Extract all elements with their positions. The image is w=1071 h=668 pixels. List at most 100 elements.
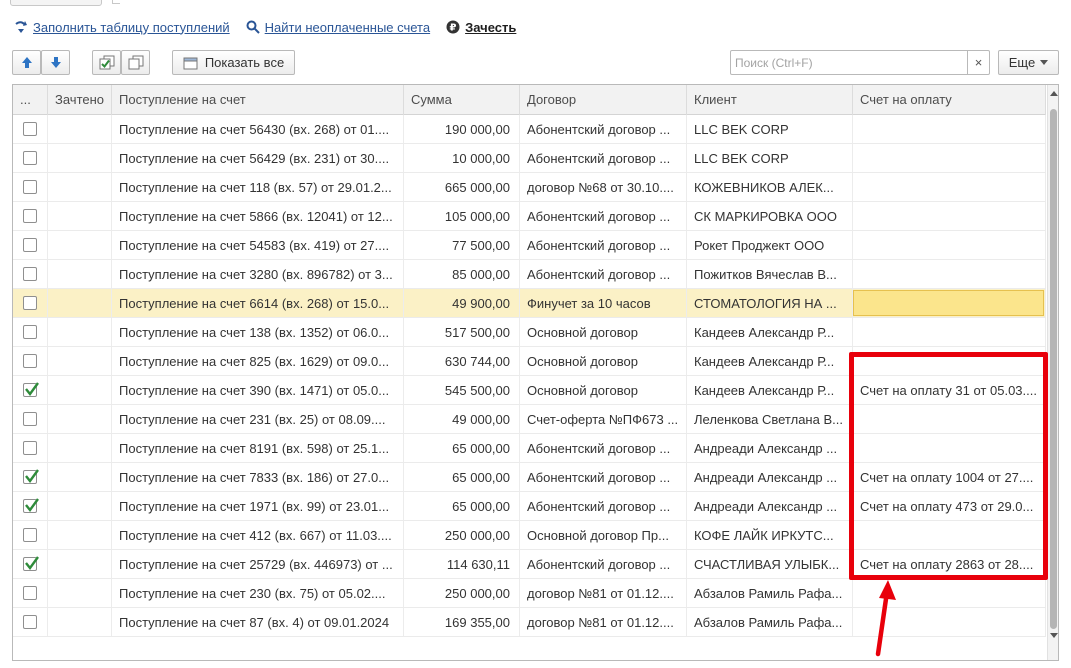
receipt-cell[interactable]: Поступление на счет 6614 (вх. 268) от 15… — [112, 289, 404, 317]
row-checkbox[interactable] — [23, 441, 37, 455]
move-down-button[interactable] — [41, 50, 70, 75]
receipt-column-header[interactable]: Поступление на счет — [112, 85, 404, 115]
table-row[interactable]: Поступление на счет 412 (вх. 667) от 11.… — [13, 521, 1046, 550]
check-all-button[interactable] — [92, 50, 121, 75]
contract-cell[interactable]: Основной договор — [520, 318, 687, 346]
invoice-cell[interactable]: Счет на оплату 2863 от 28.... — [853, 550, 1046, 578]
contract-cell[interactable]: договор №68 от 30.10.... — [520, 173, 687, 201]
find-unpaid-command[interactable]: Найти неоплаченные счета — [246, 20, 430, 35]
row-checkbox[interactable] — [23, 412, 37, 426]
client-cell[interactable]: Леленкова Светлана В... — [687, 405, 853, 433]
row-checkbox[interactable] — [23, 528, 37, 542]
client-cell[interactable]: СЧАСТЛИВАЯ УЛЫБК... — [687, 550, 853, 578]
contract-cell[interactable]: договор №81 от 01.12.... — [520, 579, 687, 607]
contract-cell[interactable]: Финучет за 10 часов — [520, 289, 687, 317]
invoice-cell[interactable]: Счет на оплату 1004 от 27.... — [853, 463, 1046, 491]
sum-cell[interactable]: 49 000,00 — [404, 405, 520, 433]
contract-cell[interactable]: Абонентский договор ... — [520, 202, 687, 230]
sum-cell[interactable]: 169 355,00 — [404, 608, 520, 636]
row-checkbox[interactable] — [23, 238, 37, 252]
client-cell[interactable]: СК МАРКИРОВКА ООО — [687, 202, 853, 230]
row-checkbox[interactable] — [23, 469, 39, 484]
sum-cell[interactable]: 190 000,00 — [404, 115, 520, 143]
receipt-cell[interactable]: Поступление на счет 25729 (вх. 446973) о… — [112, 550, 404, 578]
contract-cell[interactable]: Абонентский договор ... — [520, 260, 687, 288]
table-row[interactable]: Поступление на счет 231 (вх. 25) от 08.0… — [13, 405, 1046, 434]
contract-cell[interactable]: Основной договор — [520, 347, 687, 375]
sum-cell[interactable]: 665 000,00 — [404, 173, 520, 201]
invoice-cell[interactable] — [853, 115, 1046, 143]
invoice-cell[interactable] — [853, 231, 1046, 259]
scroll-up-icon[interactable] — [1050, 91, 1058, 96]
vertical-scrollbar[interactable] — [1047, 85, 1058, 660]
search-input[interactable] — [731, 51, 967, 74]
client-cell[interactable]: Абзалов Рамиль Рафа... — [687, 608, 853, 636]
sum-cell[interactable]: 85 000,00 — [404, 260, 520, 288]
contract-cell[interactable]: Абонентский договор ... — [520, 231, 687, 259]
invoice-cell[interactable] — [853, 347, 1046, 375]
table-row[interactable]: Поступление на счет 56429 (вх. 231) от 3… — [13, 144, 1046, 173]
table-row[interactable]: Поступление на счет 118 (вх. 57) от 29.0… — [13, 173, 1046, 202]
sum-cell[interactable]: 10 000,00 — [404, 144, 520, 172]
contract-cell[interactable]: Абонентский договор ... — [520, 492, 687, 520]
sum-cell[interactable]: 49 900,00 — [404, 289, 520, 317]
contract-cell[interactable]: Абонентский договор ... — [520, 463, 687, 491]
invoice-cell[interactable] — [853, 521, 1046, 549]
sum-cell[interactable]: 65 000,00 — [404, 463, 520, 491]
sum-cell[interactable]: 630 744,00 — [404, 347, 520, 375]
offset-column-header[interactable]: Зачтено — [48, 85, 112, 115]
invoice-cell[interactable] — [853, 579, 1046, 607]
receipt-cell[interactable]: Поступление на счет 825 (вх. 1629) от 09… — [112, 347, 404, 375]
uncheck-all-button[interactable] — [121, 50, 150, 75]
client-cell[interactable]: Абзалов Рамиль Рафа... — [687, 579, 853, 607]
receipt-cell[interactable]: Поступление на счет 7833 (вх. 186) от 27… — [112, 463, 404, 491]
client-cell[interactable]: Рокет Проджект ООО — [687, 231, 853, 259]
receipt-cell[interactable]: Поступление на счет 5866 (вх. 12041) от … — [112, 202, 404, 230]
client-cell[interactable]: Андреади Александр ... — [687, 492, 853, 520]
more-button[interactable]: Еще — [998, 50, 1059, 75]
sum-cell[interactable]: 105 000,00 — [404, 202, 520, 230]
contract-cell[interactable]: Основной договор Пр... — [520, 521, 687, 549]
sum-cell[interactable]: 517 500,00 — [404, 318, 520, 346]
invoice-cell[interactable] — [853, 202, 1046, 230]
table-row[interactable]: Поступление на счет 825 (вх. 1629) от 09… — [13, 347, 1046, 376]
table-row[interactable]: Поступление на счет 56430 (вх. 268) от 0… — [13, 115, 1046, 144]
sum-cell[interactable]: 250 000,00 — [404, 579, 520, 607]
receipt-cell[interactable]: Поступление на счет 231 (вх. 25) от 08.0… — [112, 405, 404, 433]
active-invoice-cell[interactable] — [853, 290, 1044, 316]
receipt-cell[interactable]: Поступление на счет 54583 (вх. 419) от 2… — [112, 231, 404, 259]
contract-cell[interactable]: Абонентский договор ... — [520, 115, 687, 143]
table-row[interactable]: Поступление на счет 8191 (вх. 598) от 25… — [13, 434, 1046, 463]
invoice-column-header[interactable]: Счет на оплату — [853, 85, 1046, 115]
move-up-button[interactable] — [12, 50, 41, 75]
client-cell[interactable]: Кандеев Александр Р... — [687, 347, 853, 375]
receipt-cell[interactable]: Поступление на счет 138 (вх. 1352) от 06… — [112, 318, 404, 346]
client-cell[interactable]: Кандеев Александр Р... — [687, 318, 853, 346]
client-cell[interactable]: LLC BEK CORP — [687, 144, 853, 172]
contract-column-header[interactable]: Договор — [520, 85, 687, 115]
sum-cell[interactable]: 65 000,00 — [404, 434, 520, 462]
table-row[interactable]: Поступление на счет 54583 (вх. 419) от 2… — [13, 231, 1046, 260]
offset-command[interactable]: ₽ Зачесть — [446, 20, 516, 35]
client-cell[interactable]: Пожитков Вячеслав В... — [687, 260, 853, 288]
invoice-cell[interactable] — [853, 173, 1046, 201]
sum-cell[interactable]: 545 500,00 — [404, 376, 520, 404]
table-row[interactable]: Поступление на счет 230 (вх. 75) от 05.0… — [13, 579, 1046, 608]
contract-cell[interactable]: Основной договор — [520, 376, 687, 404]
table-row[interactable]: Поступление на счет 390 (вх. 1471) от 05… — [13, 376, 1046, 405]
row-checkbox[interactable] — [23, 354, 37, 368]
row-checkbox[interactable] — [23, 151, 37, 165]
client-cell[interactable]: LLC BEK CORP — [687, 115, 853, 143]
row-checkbox[interactable] — [23, 382, 39, 397]
invoice-cell[interactable] — [853, 318, 1046, 346]
table-row[interactable]: Поступление на счет 3280 (вх. 896782) от… — [13, 260, 1046, 289]
table-row[interactable]: Поступление на счет 5866 (вх. 12041) от … — [13, 202, 1046, 231]
sum-column-header[interactable]: Сумма — [404, 85, 520, 115]
table-row[interactable]: Поступление на счет 1971 (вх. 99) от 23.… — [13, 492, 1046, 521]
contract-cell[interactable]: Счет-оферта №ПФ673 ... — [520, 405, 687, 433]
row-checkbox[interactable] — [23, 498, 39, 513]
row-checkbox[interactable] — [23, 267, 37, 281]
invoice-cell[interactable]: Счет на оплату 31 от 05.03.... — [853, 376, 1046, 404]
show-all-button[interactable]: Показать все — [172, 50, 295, 75]
sum-cell[interactable]: 77 500,00 — [404, 231, 520, 259]
